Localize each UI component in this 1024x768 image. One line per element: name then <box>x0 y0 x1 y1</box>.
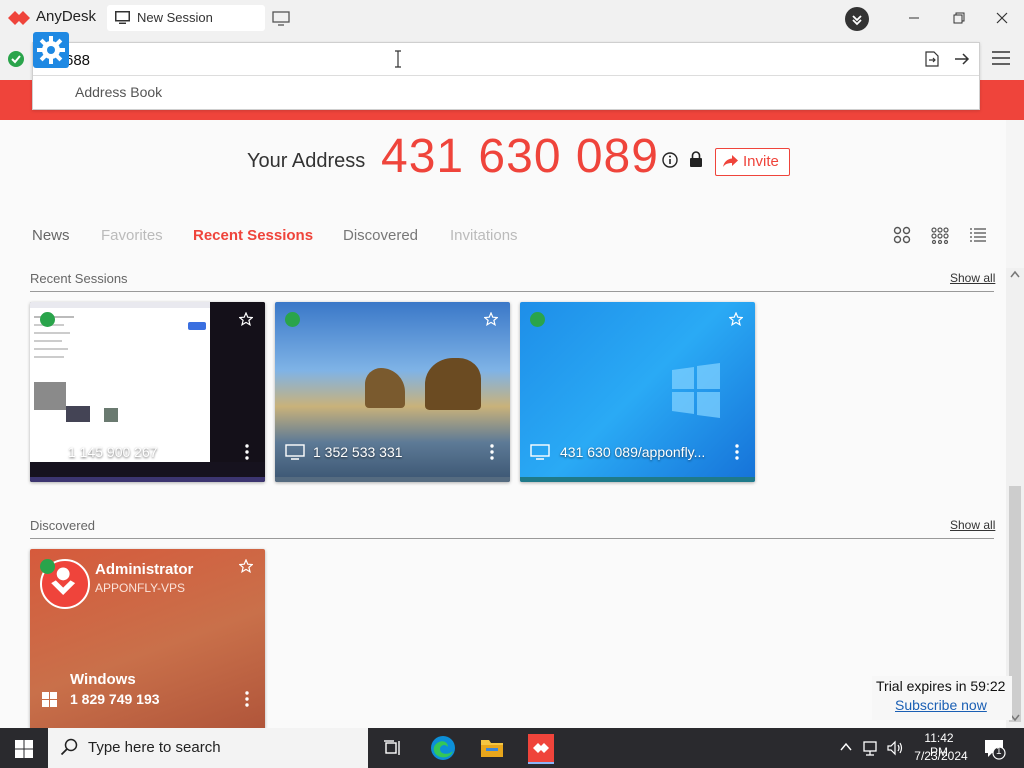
network-icon[interactable] <box>862 739 880 757</box>
recent-sessions-title: Recent Sessions <box>30 271 128 286</box>
star-icon[interactable] <box>239 559 253 573</box>
tab-new-session[interactable]: New Session <box>107 5 265 31</box>
more-options-icon[interactable] <box>490 443 494 461</box>
search-placeholder: Type here to search <box>88 739 221 756</box>
lock-icon[interactable] <box>689 151 703 168</box>
online-status-dot <box>40 559 55 574</box>
card-thumbnail <box>30 302 210 462</box>
rock-formation <box>365 368 405 408</box>
minimize-button[interactable] <box>897 6 931 30</box>
trial-expiry-text: Trial expires in 59:22 <box>876 678 1006 694</box>
tab-recent-sessions[interactable]: Recent Sessions <box>193 227 313 244</box>
download-icon[interactable] <box>845 7 869 31</box>
taskbar-search-box[interactable]: Type here to search <box>48 728 368 768</box>
gear-icon[interactable] <box>33 32 69 68</box>
hamburger-menu-icon[interactable] <box>992 50 1010 66</box>
monitor-icon <box>40 444 60 460</box>
clock-date[interactable]: 7/23/2024 <box>912 749 970 763</box>
address-input-wrapper <box>33 43 979 76</box>
tab-label: New Session <box>137 10 213 25</box>
recent-show-all-link[interactable]: Show all <box>950 271 995 285</box>
monitor-icon <box>115 11 130 24</box>
session-card[interactable]: 1 145 900 267 <box>30 302 265 482</box>
discovered-host: APPONFLY-VPS <box>95 581 186 595</box>
star-icon[interactable] <box>729 312 743 326</box>
address-number: 431 630 089 <box>381 130 659 183</box>
tab-favorites[interactable]: Favorites <box>101 227 163 244</box>
close-button[interactable] <box>985 6 1019 30</box>
discovered-card[interactable]: Administrator APPONFLY-VPS Windows 1 829… <box>30 549 265 728</box>
small-tiles-view-icon[interactable] <box>931 226 949 244</box>
session-id: 1 145 900 267 <box>68 444 158 460</box>
suggestion-label: Address Book <box>75 84 163 100</box>
tab-news[interactable]: News <box>32 227 70 244</box>
more-options-icon[interactable] <box>245 690 249 708</box>
new-tab-monitor-icon[interactable] <box>272 11 290 26</box>
title-bar: AnyDesk New Session <box>0 0 1024 36</box>
volume-icon[interactable] <box>886 739 904 757</box>
monitor-icon <box>285 444 305 460</box>
section-divider <box>30 291 994 292</box>
app-title: AnyDesk <box>36 8 97 25</box>
restore-button[interactable] <box>942 6 976 30</box>
session-id: 1 352 533 331 <box>313 444 403 460</box>
status-check-icon <box>8 51 24 67</box>
session-id: 431 630 089/apponfly... <box>560 444 706 460</box>
session-card[interactable]: 1 352 533 331 <box>275 302 510 482</box>
scrollbar[interactable] <box>1006 268 1024 728</box>
windows-start-icon[interactable] <box>15 740 33 758</box>
notification-icon[interactable]: 1 <box>982 738 1006 760</box>
discovered-id: 1 829 749 193 <box>70 691 160 707</box>
invite-label: Invite <box>743 153 779 170</box>
remote-address-input[interactable] <box>63 48 667 72</box>
address-dropdown: Address Book <box>32 32 980 110</box>
rock-formation <box>425 358 481 410</box>
windows-logo-icon <box>672 363 720 418</box>
text-cursor-icon <box>395 50 401 68</box>
star-icon[interactable] <box>484 312 498 326</box>
trial-notice: Trial expires in 59:22 Subscribe now <box>872 676 1012 720</box>
taskbar: Type here to search 11:42 PM 7/23/2024 1 <box>0 728 1024 768</box>
chevron-up-icon[interactable] <box>840 742 852 752</box>
edge-browser-icon[interactable] <box>430 735 456 761</box>
discovered-show-all-link[interactable]: Show all <box>950 518 995 532</box>
connect-arrow-icon[interactable] <box>953 51 971 67</box>
large-tiles-view-icon[interactable] <box>893 226 911 244</box>
anydesk-logo-icon <box>8 11 30 25</box>
anydesk-taskbar-icon[interactable] <box>528 734 554 764</box>
tab-invitations[interactable]: Invitations <box>450 227 518 244</box>
scroll-up-icon[interactable] <box>1010 270 1020 278</box>
more-options-icon[interactable] <box>735 443 739 461</box>
share-arrow-icon <box>723 155 738 167</box>
online-status-dot <box>40 312 55 327</box>
discovered-user: Administrator <box>95 561 194 578</box>
list-view-icon[interactable] <box>969 226 987 244</box>
search-icon <box>60 738 78 756</box>
tab-discovered[interactable]: Discovered <box>343 227 418 244</box>
more-options-icon[interactable] <box>245 443 249 461</box>
subscribe-link[interactable]: Subscribe now <box>895 697 987 713</box>
star-icon[interactable] <box>239 312 253 326</box>
session-card[interactable]: 431 630 089/apponfly... <box>520 302 755 482</box>
notification-count: 1 <box>996 746 1002 757</box>
your-address-label: Your Address <box>247 150 366 172</box>
info-icon[interactable] <box>662 152 678 168</box>
online-status-dot <box>285 312 300 327</box>
main-panel: Your Address 431 630 089 Invite News Fav… <box>0 120 1006 728</box>
monitor-icon <box>530 444 550 460</box>
section-divider <box>30 538 994 539</box>
discovered-title: Discovered <box>30 518 96 533</box>
task-view-icon[interactable] <box>383 738 403 758</box>
online-status-dot <box>530 312 545 327</box>
discovered-os: Windows <box>70 671 136 688</box>
windows-logo-icon <box>42 692 57 707</box>
invite-button[interactable]: Invite <box>715 148 790 176</box>
file-transfer-icon[interactable] <box>925 51 939 67</box>
file-explorer-icon[interactable] <box>480 737 504 759</box>
suggestion-address-book[interactable]: Address Book <box>33 76 979 108</box>
